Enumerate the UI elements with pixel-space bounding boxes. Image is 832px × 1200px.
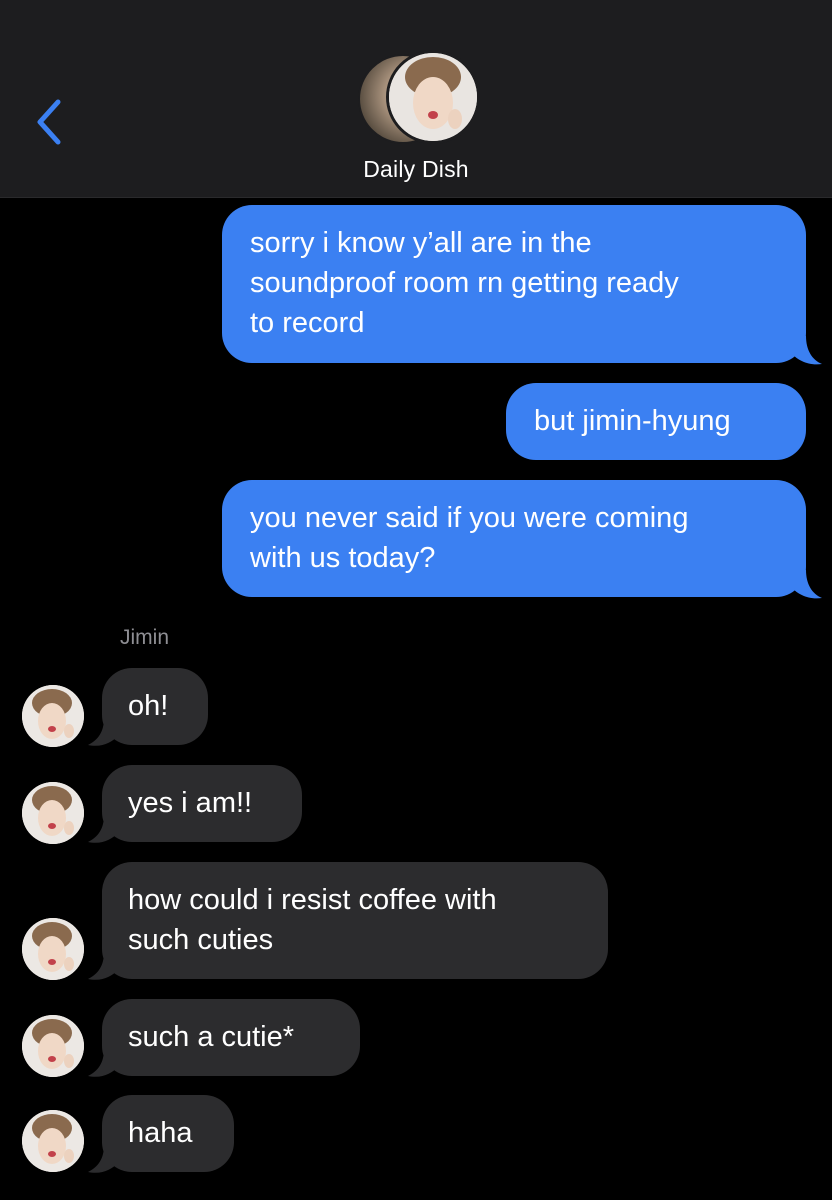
member-avatar-front bbox=[386, 50, 480, 144]
bubble-tail bbox=[792, 336, 822, 365]
conversation-header: Daily Dish bbox=[0, 0, 832, 198]
bubble-tail bbox=[88, 718, 118, 746]
sender-name: Jimin bbox=[120, 626, 170, 649]
outgoing-message[interactable]: you never said if you were coming with u… bbox=[222, 480, 806, 597]
bubble-tail bbox=[88, 1145, 118, 1173]
avatar[interactable] bbox=[22, 1015, 84, 1077]
group-avatar[interactable] bbox=[358, 50, 480, 144]
incoming-message[interactable]: haha bbox=[102, 1095, 234, 1172]
outgoing-message[interactable]: sorry i know y’all are in the soundproof… bbox=[222, 205, 806, 363]
chevron-left-icon bbox=[37, 99, 61, 145]
avatar[interactable] bbox=[22, 1110, 84, 1172]
conversation-title[interactable]: Daily Dish bbox=[0, 156, 832, 183]
outgoing-message[interactable]: but jimin-hyung bbox=[506, 383, 806, 460]
avatar[interactable] bbox=[22, 685, 84, 747]
incoming-message[interactable]: how could i resist coffee with such cuti… bbox=[102, 862, 608, 979]
incoming-message[interactable]: such a cutie* bbox=[102, 999, 360, 1076]
bubble-tail bbox=[88, 815, 118, 843]
bubble-tail bbox=[88, 1049, 118, 1077]
incoming-message[interactable]: yes i am!! bbox=[102, 765, 302, 842]
bubble-tail bbox=[88, 952, 118, 980]
messages-screen: Daily Dish sorry i know y’all are in the… bbox=[0, 0, 832, 1200]
avatar[interactable] bbox=[22, 782, 84, 844]
bubble-tail bbox=[792, 570, 822, 599]
back-button[interactable] bbox=[30, 96, 70, 148]
avatar[interactable] bbox=[22, 918, 84, 980]
